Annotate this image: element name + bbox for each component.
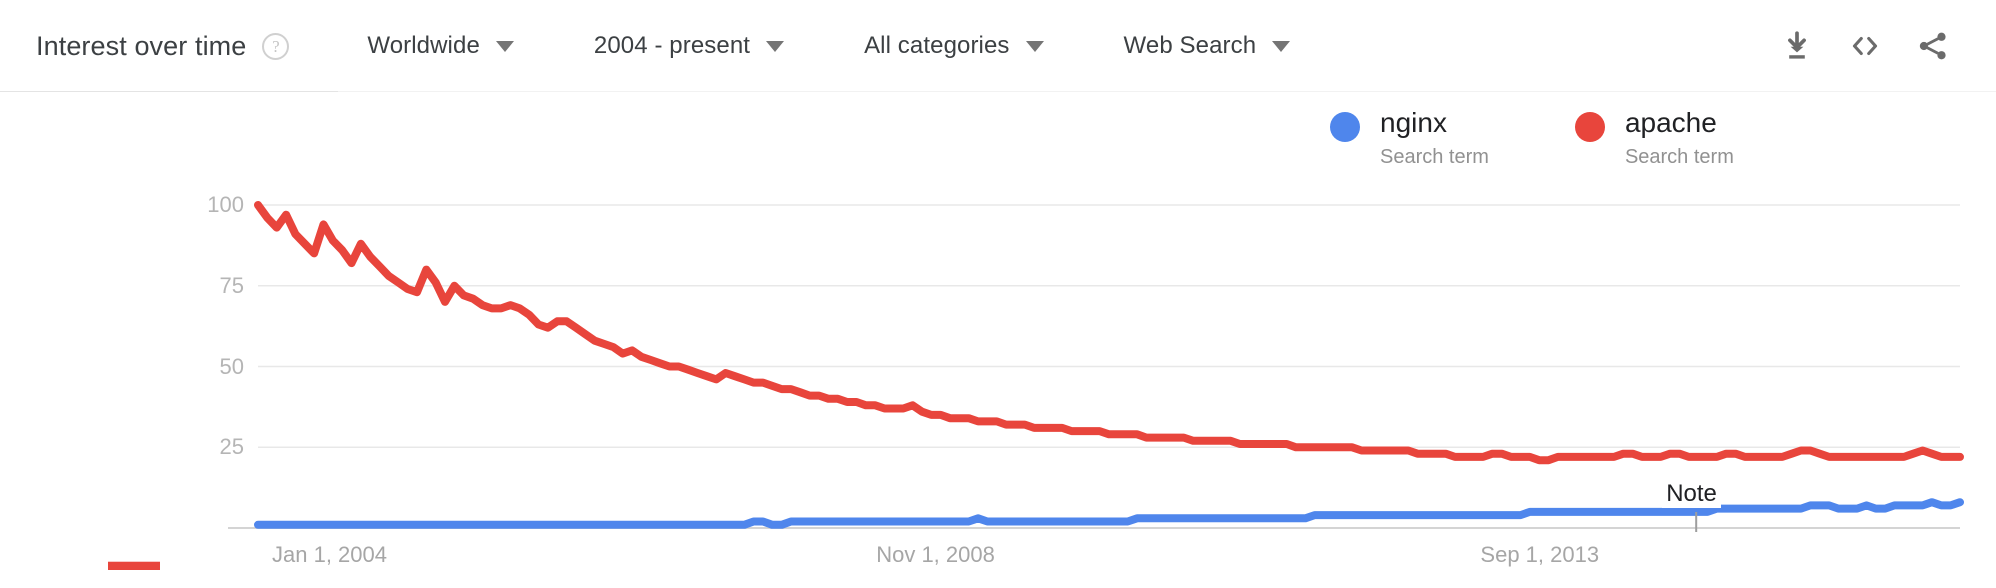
y-axis-tick-label: 25 xyxy=(219,434,244,460)
note-annotation: Note xyxy=(1662,480,1721,508)
x-axis-tick-label: Sep 1, 2013 xyxy=(1480,542,1600,567)
y-axis-tick-label: 100 xyxy=(207,192,244,217)
y-axis-tick-label: 50 xyxy=(219,353,244,379)
interest-over-time-chart: 25 50 75 100 Jan 1, 2004 Nov 1, 2008 Sep 1, 2… xyxy=(0,0,1996,588)
x-axis-tick-label: Jan 1, 2004 xyxy=(272,542,387,567)
y-axis-tick-label: 75 xyxy=(219,272,244,298)
google-trends-interest-over-time-panel: Interest over time ? Worldwide 2004 - pr… xyxy=(0,0,1996,588)
series-line-apache xyxy=(254,201,1964,465)
x-axis-tick-label: Nov 1, 2008 xyxy=(876,542,995,567)
